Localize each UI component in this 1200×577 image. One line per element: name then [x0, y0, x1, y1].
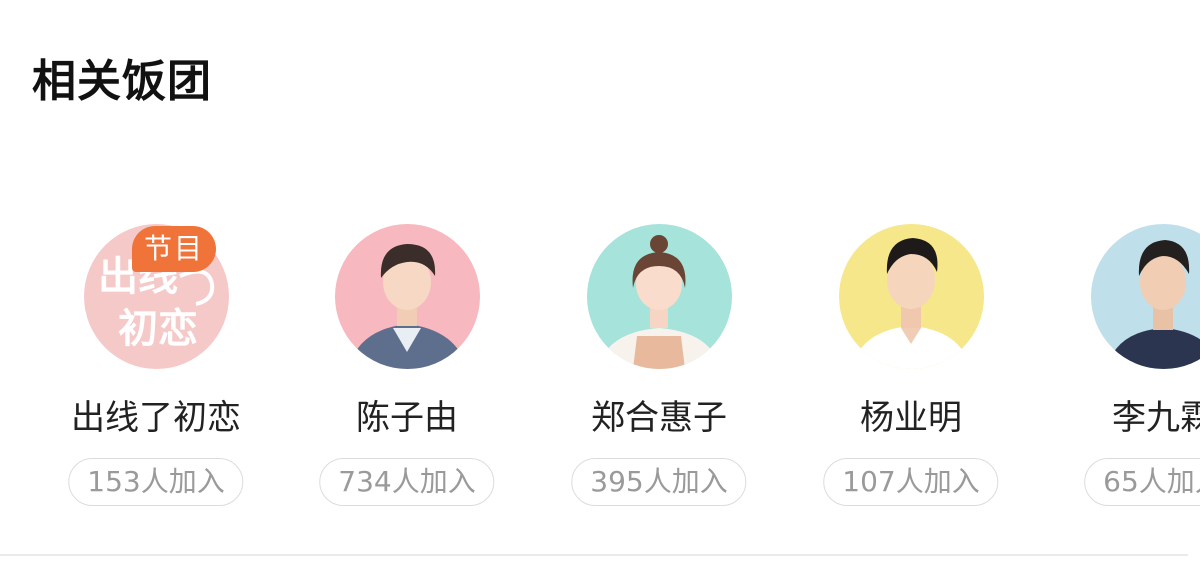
- group-name: 陈子由: [356, 398, 458, 438]
- fan-group-card[interactable]: 出线 初恋 节目 出线了初恋 153人加入: [41, 224, 271, 514]
- fan-group-card[interactable]: 李九霖 65人加入: [1048, 224, 1200, 514]
- person-avatar-image: [839, 224, 984, 369]
- fan-group-card[interactable]: 杨业明 107人加入: [796, 224, 1026, 514]
- fan-group-card[interactable]: 陈子由 734人加入: [292, 224, 522, 514]
- group-name: 杨业明: [860, 398, 962, 438]
- person-avatar-image: [335, 224, 480, 369]
- group-avatar[interactable]: [839, 224, 984, 369]
- group-avatar[interactable]: [587, 224, 732, 369]
- section-divider: [0, 554, 1188, 556]
- section-title: 相关饭团: [32, 56, 212, 107]
- show-badge: 节目: [132, 226, 216, 272]
- group-name: 郑合惠子: [591, 398, 727, 438]
- fan-group-list: 出线 初恋 节目 出线了初恋 153人加入 陈子由 734人加入 郑合惠子 39…: [0, 224, 1200, 514]
- person-avatar-image: [1091, 224, 1200, 369]
- fan-group-card[interactable]: 郑合惠子 395人加入: [544, 224, 774, 514]
- group-avatar[interactable]: [1091, 224, 1200, 369]
- member-count-pill: 734人加入: [319, 458, 495, 506]
- member-count-pill: 65人加入: [1084, 458, 1200, 506]
- member-count-pill: 153人加入: [68, 458, 244, 506]
- group-name: 出线了初恋: [71, 398, 241, 438]
- member-count-pill: 107人加入: [823, 458, 999, 506]
- group-avatar[interactable]: [335, 224, 480, 369]
- person-avatar-image: [587, 224, 732, 369]
- avatar-logo-text-2: 初恋: [118, 306, 198, 351]
- group-name: 李九霖: [1112, 398, 1200, 438]
- member-count-pill: 395人加入: [571, 458, 747, 506]
